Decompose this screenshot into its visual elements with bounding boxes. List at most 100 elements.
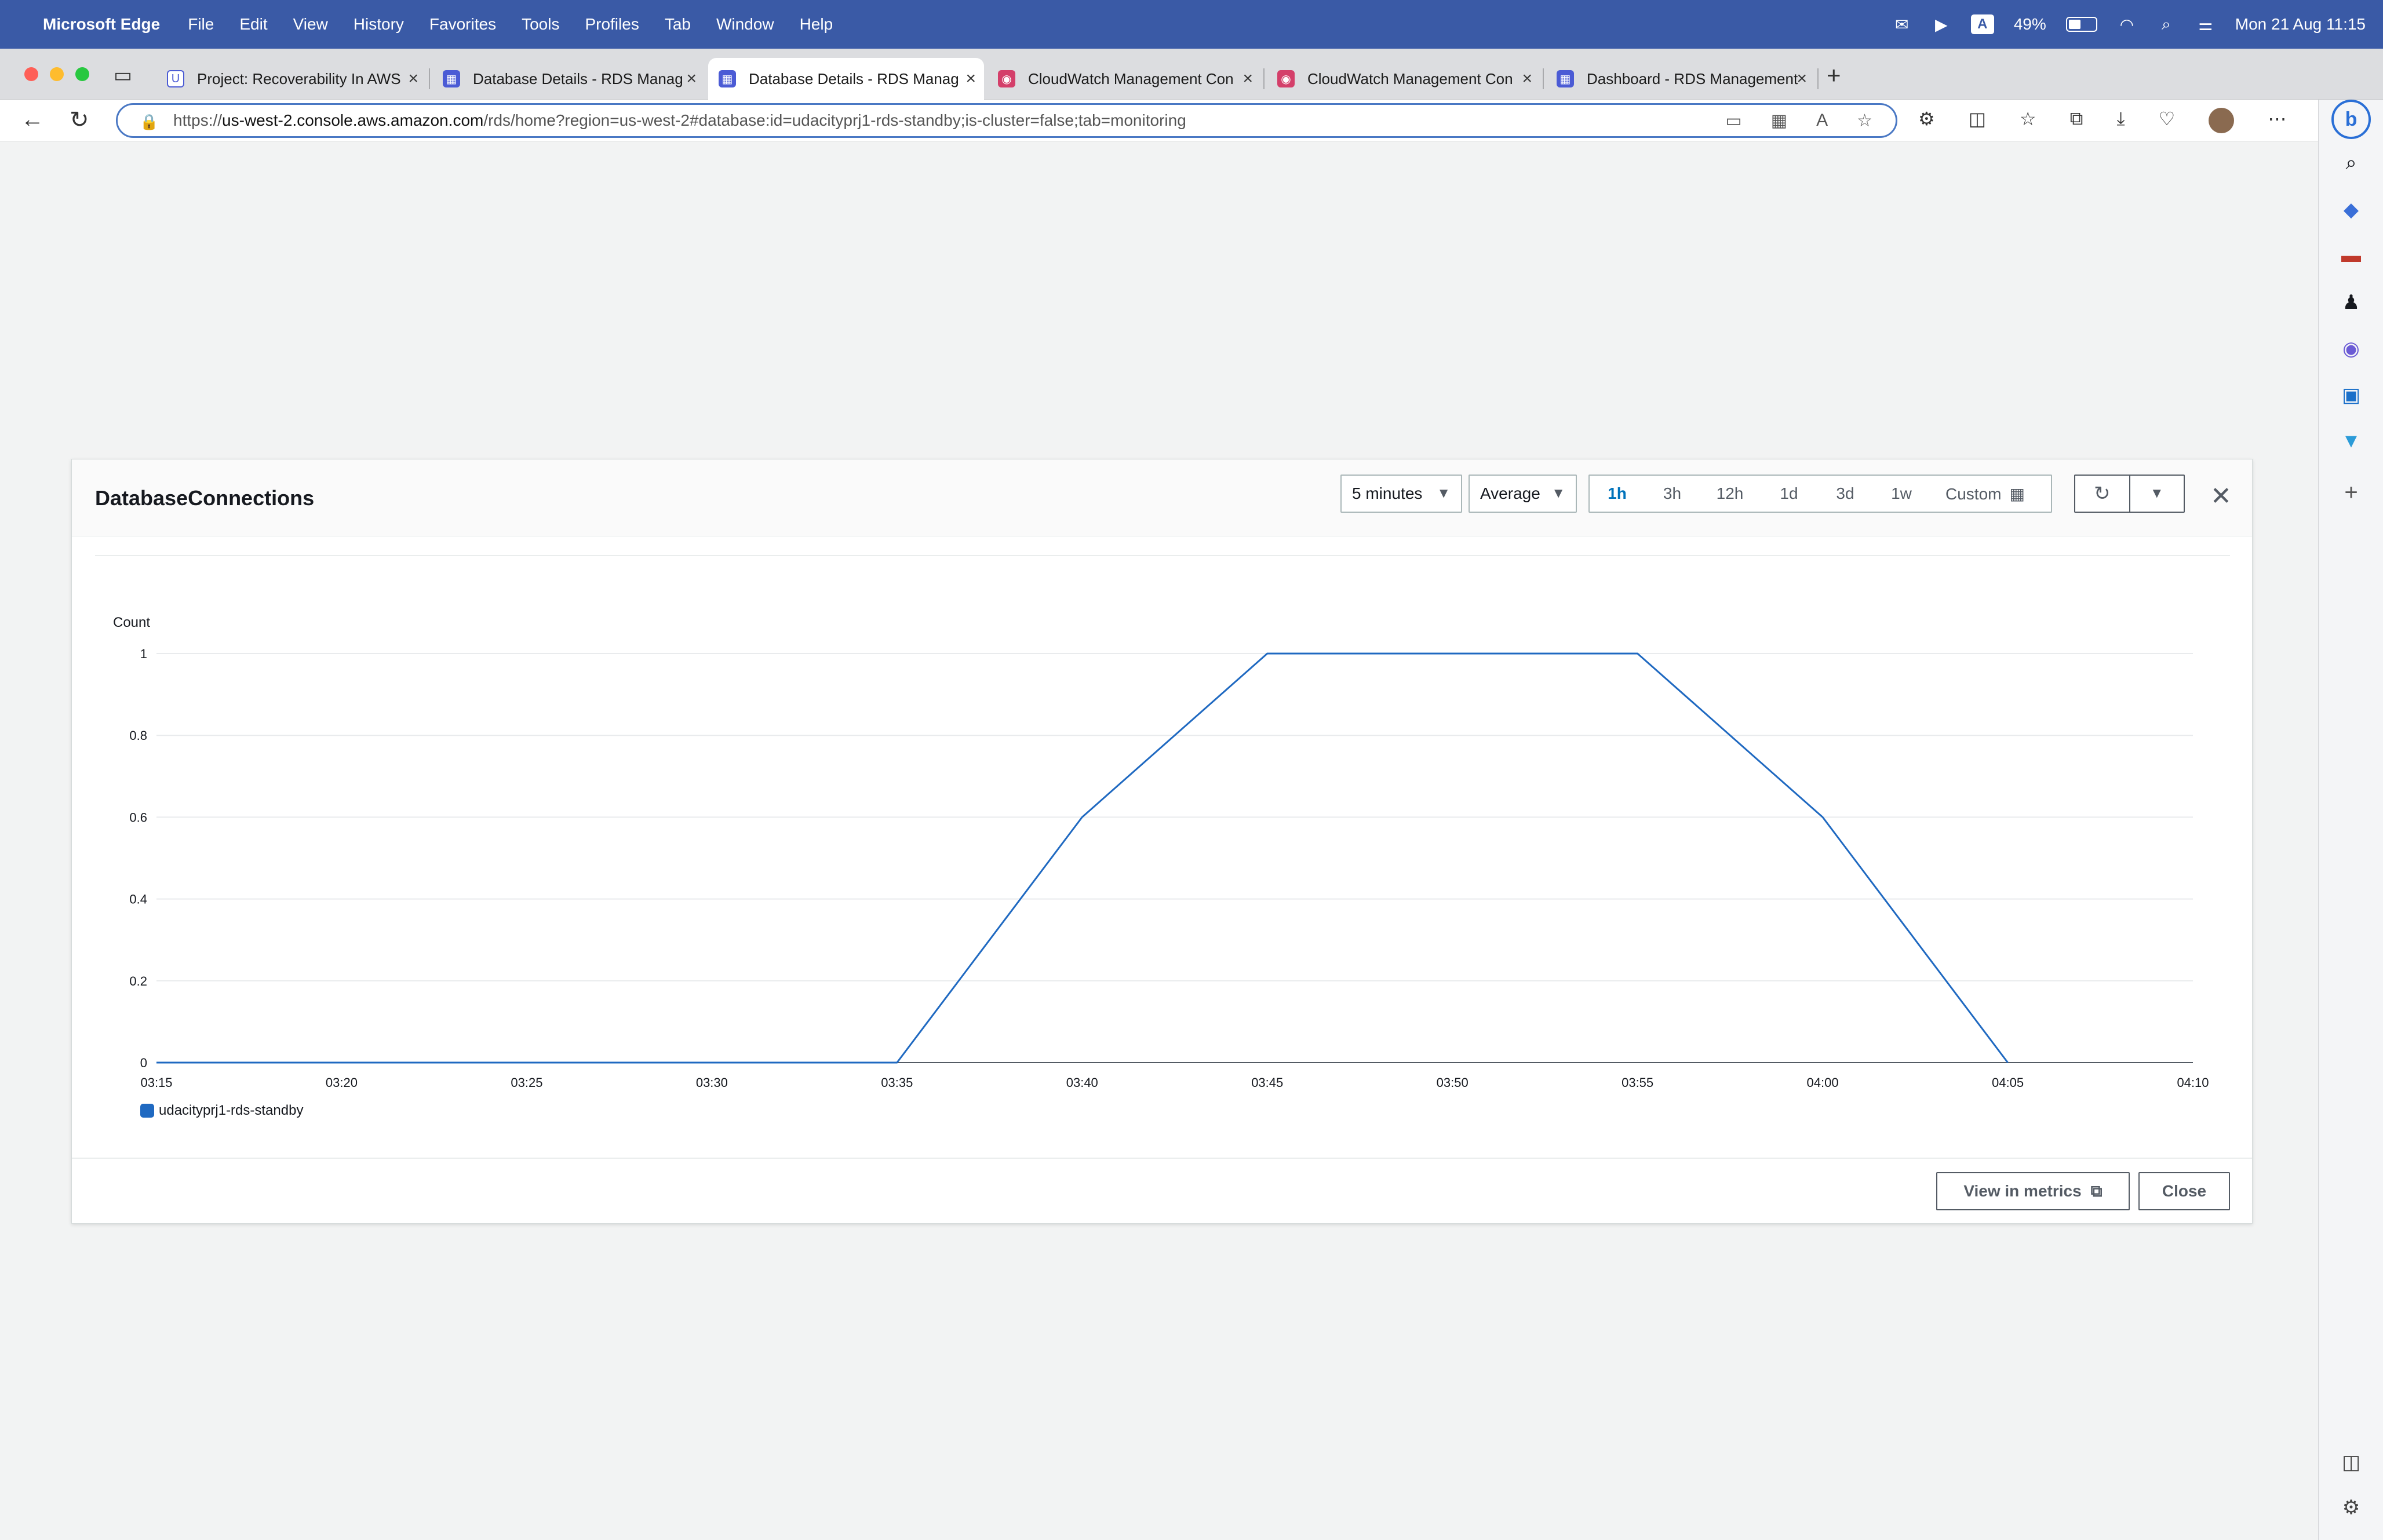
new-tab-icon[interactable]: +: [1827, 61, 1841, 89]
menu-help[interactable]: Help: [800, 15, 833, 34]
close-tab-icon[interactable]: ×: [686, 69, 697, 89]
menu-profiles[interactable]: Profiles: [585, 15, 639, 34]
read-aloud-icon[interactable]: A: [1816, 111, 1828, 131]
tab-cloudwatch-2[interactable]: ◉ CloudWatch Management Con ×: [1267, 60, 1540, 97]
downloads-icon[interactable]: ⤓: [2116, 108, 2125, 133]
menu-file[interactable]: File: [188, 15, 214, 34]
battery-icon[interactable]: [2065, 17, 2097, 32]
refresh-icon[interactable]: ↻: [2075, 476, 2129, 512]
y-tick-label: 0.2: [129, 974, 147, 988]
chart-gridlines: [156, 653, 2193, 1063]
url-input[interactable]: 🔒 https://us-west-2.console.aws.amazon.c…: [116, 103, 1897, 138]
close-button[interactable]: Close: [2138, 1172, 2230, 1210]
url-path: /rds/home?region=us-west-2#database:id=u…: [483, 111, 1186, 129]
menu-tab[interactable]: Tab: [665, 15, 691, 34]
rds-icon: ▦: [719, 70, 736, 87]
y-tick-label: 0.4: [129, 892, 147, 907]
menu-history[interactable]: History: [354, 15, 404, 34]
tab-database-details-1[interactable]: ▦ Database Details - RDS Manag ×: [432, 60, 705, 97]
hide-sidebar-icon[interactable]: ◫: [2340, 1451, 2363, 1474]
favorite-star-icon[interactable]: ☆: [1857, 111, 1872, 131]
close-tab-icon[interactable]: ×: [1797, 69, 1807, 89]
play-status-icon[interactable]: ▶: [1932, 14, 1951, 34]
app-available-icon[interactable]: ▭: [1725, 111, 1741, 131]
input-source-icon[interactable]: A: [1970, 14, 1994, 34]
outlook-status-icon[interactable]: ✉: [1892, 14, 1912, 34]
collections-icon[interactable]: ⧉: [2070, 108, 2083, 133]
battery-percent: 49%: [2013, 15, 2046, 33]
copilot-icon[interactable]: b: [2331, 100, 2371, 139]
tab-actions-icon[interactable]: ▭: [114, 64, 132, 87]
modal-footer-divider: [72, 1158, 2252, 1159]
range-custom[interactable]: Custom ▦: [1930, 484, 2046, 503]
wifi-icon[interactable]: ◠: [2117, 14, 2137, 34]
close-modal-icon[interactable]: ✕: [2210, 481, 2232, 511]
tab-title: Database Details - RDS Manag: [749, 70, 959, 87]
lock-icon[interactable]: 🔒: [140, 113, 158, 131]
browser-essentials-icon[interactable]: ♡: [2159, 108, 2176, 133]
menubar-clock[interactable]: Mon 21 Aug 11:15: [2235, 15, 2366, 34]
rds-icon: ▦: [443, 70, 460, 87]
tab-project-recoverability[interactable]: U Project: Recoverability In AWS ×: [156, 60, 427, 97]
zoom-window-button[interactable]: [75, 67, 89, 81]
menubar-status-area: ✉ ▶ A 49% ◠ ⌕ ⚌ Mon 21 Aug 11:15: [1892, 0, 2366, 49]
app-name-menu[interactable]: Microsoft Edge: [43, 15, 160, 34]
close-tab-icon[interactable]: ×: [408, 69, 418, 89]
close-tab-icon[interactable]: ×: [1522, 69, 1532, 89]
range-12h[interactable]: 12h: [1700, 484, 1760, 503]
extensions-icon[interactable]: ⚙: [1918, 108, 1935, 133]
period-select[interactable]: 5 minutes ▼: [1340, 475, 1462, 513]
refresh-options-dropdown[interactable]: ▼: [2129, 476, 2184, 512]
add-sidebar-app-icon[interactable]: +: [2340, 480, 2363, 506]
reload-icon[interactable]: ↻: [70, 107, 89, 133]
chart-legend[interactable]: udacityprj1-rds-standby: [140, 1103, 303, 1119]
more-options-icon[interactable]: ⋯: [2268, 108, 2286, 133]
profile-avatar[interactable]: [2209, 108, 2235, 133]
url-scheme: https://: [173, 111, 223, 129]
view-in-metrics-button[interactable]: View in metrics ⧉: [1936, 1172, 2130, 1210]
statistic-select[interactable]: Average ▼: [1469, 475, 1577, 513]
close-tab-icon[interactable]: ×: [1242, 69, 1253, 89]
qr-code-icon[interactable]: ▦: [1771, 111, 1787, 131]
tools-icon[interactable]: ▬: [2340, 244, 2363, 267]
y-tick-label: 0.6: [129, 810, 147, 824]
menu-window[interactable]: Window: [716, 15, 774, 34]
favorites-icon[interactable]: ☆: [2020, 108, 2036, 133]
udacity-icon: U: [167, 70, 184, 87]
metric-modal: DatabaseConnections 5 minutes ▼ Average …: [71, 459, 2253, 1224]
menu-edit[interactable]: Edit: [239, 15, 267, 34]
control-center-icon[interactable]: ⚌: [2196, 14, 2216, 34]
range-3h[interactable]: 3h: [1645, 484, 1700, 503]
split-screen-icon[interactable]: ◫: [1969, 108, 1986, 133]
range-1d[interactable]: 1d: [1760, 484, 1818, 503]
tab-cloudwatch-1[interactable]: ◉ CloudWatch Management Con ×: [988, 60, 1261, 97]
tab-dashboard-rds[interactable]: ▦ Dashboard - RDS Management ×: [1546, 60, 1815, 97]
close-tab-icon[interactable]: ×: [965, 69, 976, 89]
menu-favorites[interactable]: Favorites: [429, 15, 496, 34]
office-icon[interactable]: ◉: [2340, 337, 2363, 360]
browser-toolbar: ⚙ ◫ ☆ ⧉ ⤓ ♡ ⋯: [1918, 108, 2286, 133]
url-actions: ▭ ▦ A ☆: [1725, 111, 1872, 131]
range-1w[interactable]: 1w: [1872, 484, 1930, 503]
sidebar-settings-icon[interactable]: ⚙: [2340, 1496, 2363, 1519]
edge-sidebar: b ⌕ ◆ ▬ ♟ ◉ ▣ ▼ + ◫ ⚙: [2318, 100, 2383, 1540]
x-tick-label: 03:55: [1622, 1075, 1653, 1090]
cloudwatch-icon: ◉: [998, 70, 1015, 87]
outlook-icon[interactable]: ▣: [2340, 384, 2363, 407]
menu-view[interactable]: View: [293, 15, 328, 34]
close-window-button[interactable]: [24, 67, 38, 81]
drop-icon[interactable]: ▼: [2340, 430, 2363, 452]
tab-database-details-active[interactable]: ▦ Database Details - RDS Manag ×: [708, 58, 984, 100]
spotlight-search-icon[interactable]: ⌕: [2156, 14, 2176, 34]
range-1h[interactable]: 1h: [1590, 484, 1645, 503]
back-icon[interactable]: ←: [21, 107, 44, 133]
games-icon[interactable]: ♟: [2340, 291, 2363, 314]
range-custom-label: Custom: [1945, 484, 2002, 503]
menu-tools[interactable]: Tools: [522, 15, 559, 34]
minimize-window-button[interactable]: [50, 67, 64, 81]
range-3d[interactable]: 3d: [1818, 484, 1872, 503]
shopping-tag-icon[interactable]: ◆: [2340, 198, 2363, 221]
tab-title: Dashboard - RDS Management: [1587, 70, 1798, 87]
x-tick-label: 04:00: [1807, 1075, 1839, 1090]
search-icon[interactable]: ⌕: [2340, 152, 2363, 174]
